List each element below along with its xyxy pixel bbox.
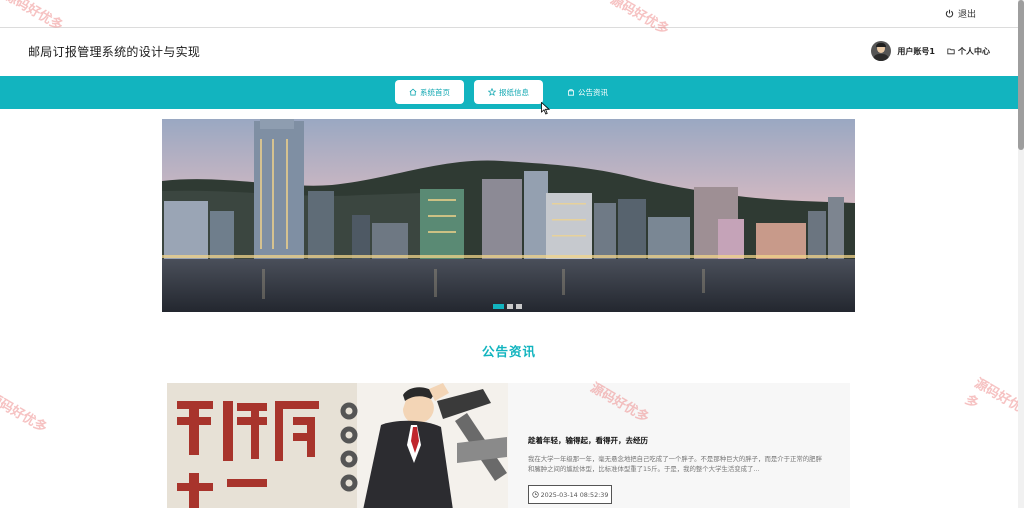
power-icon — [945, 9, 954, 18]
user-area: 用户账号1 个人中心 — [871, 41, 990, 61]
nav-item-label: 公告资讯 — [578, 87, 608, 97]
carousel-indicators — [493, 304, 522, 309]
mouse-cursor-icon — [541, 102, 550, 115]
watermark-logo: 源码好优多 — [0, 390, 50, 436]
news-headline: 趁着年轻，输得起，看得开，去经历 — [528, 436, 648, 445]
nav-item-label: 报纸信息 — [499, 87, 529, 97]
news-card[interactable]: 趁着年轻，输得起，看得开，去经历 我在大学一年级那一年，毫无悬念地把自己吃成了一… — [167, 383, 850, 508]
carousel-dot[interactable] — [493, 304, 504, 309]
header: 邮局订报管理系统的设计与实现 用户账号1 个人中心 — [0, 28, 1018, 76]
carousel-dot[interactable] — [516, 304, 522, 309]
folder-icon — [947, 48, 955, 55]
news-thumbnail — [167, 383, 508, 508]
logout-button[interactable]: 退出 — [945, 7, 976, 20]
clock-icon — [531, 491, 539, 498]
watermark-logo: 源码好优多 — [962, 376, 1024, 416]
home-icon — [409, 88, 417, 96]
nav-item-announcements[interactable]: 公告资讯 — [553, 80, 622, 104]
nav-item-home[interactable]: 系统首页 — [395, 80, 464, 104]
profile-link[interactable]: 个人中心 — [947, 46, 990, 57]
news-date: 2025-03-14 08:52:39 — [540, 490, 609, 499]
username[interactable]: 用户账号1 — [897, 46, 935, 57]
nav-item-label: 系统首页 — [420, 87, 450, 97]
section-title: 公告资讯 — [481, 344, 536, 359]
city-skyline-image — [162, 119, 855, 312]
news-date-badge: 2025-03-14 08:52:39 — [528, 485, 612, 504]
logout-label: 退出 — [957, 10, 976, 20]
profile-label: 个人中心 — [958, 46, 990, 56]
news-illustration — [167, 383, 508, 508]
nav-item-newspapers[interactable]: 报纸信息 — [474, 80, 543, 104]
scrollbar[interactable] — [1018, 0, 1024, 508]
carousel-dot[interactable] — [507, 304, 513, 309]
bag-icon — [568, 89, 574, 96]
main-nav: 系统首页 报纸信息 公告资讯 — [0, 76, 1018, 109]
avatar[interactable] — [871, 41, 892, 61]
top-bar: 退出 — [0, 0, 1018, 28]
banner-carousel[interactable] — [162, 119, 855, 312]
news-excerpt: 我在大学一年级那一年，毫无悬念地把自己吃成了一个胖子。不是那种巨大的胖子，而是介… — [528, 455, 822, 473]
scrollbar-thumb[interactable] — [1018, 0, 1024, 150]
star-icon — [488, 88, 496, 96]
site-title: 邮局订报管理系统的设计与实现 — [28, 45, 201, 59]
